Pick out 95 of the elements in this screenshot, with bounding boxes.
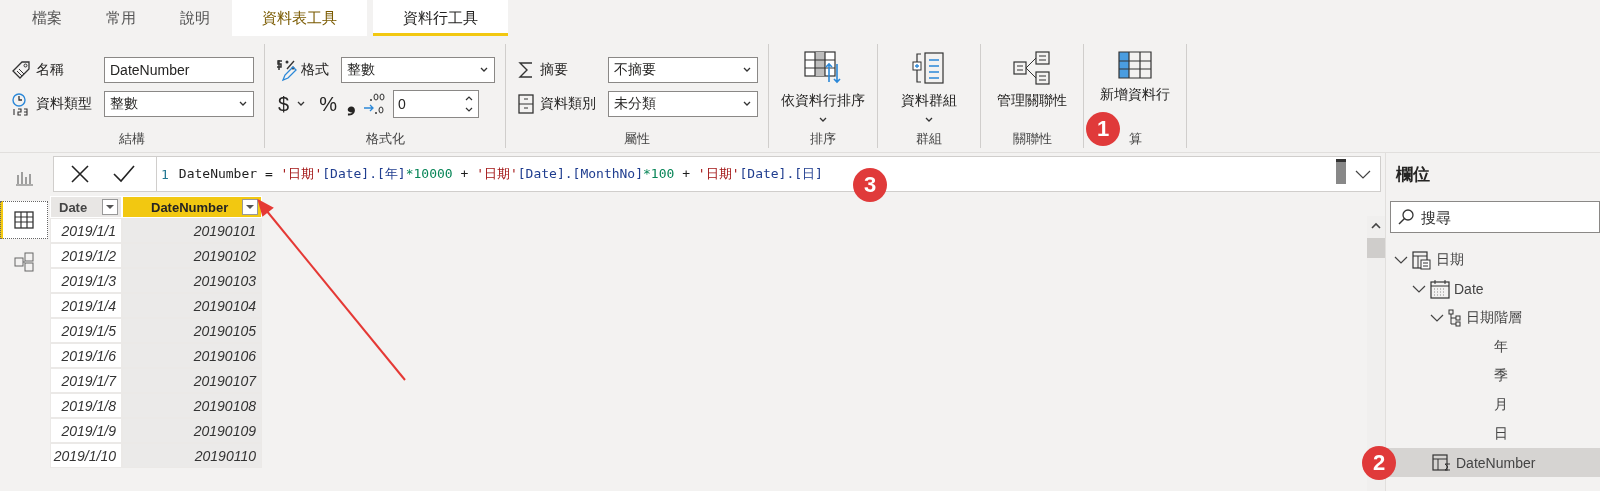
table-cell: 2019/1/1 — [50, 218, 122, 243]
new-column-icon — [1117, 50, 1153, 80]
table-cell: 20190104 — [122, 293, 262, 318]
chevron-down-icon — [238, 100, 248, 108]
scrollbar-thumb[interactable] — [1367, 238, 1385, 258]
field-list-item[interactable]: 年 — [1386, 332, 1600, 361]
field-list-item[interactable]: Date — [1386, 274, 1600, 303]
table-cell: 20190103 — [122, 268, 262, 293]
group-label: 結構 — [118, 130, 146, 148]
table-cell: 20190110 — [122, 443, 262, 468]
dropdown[interactable]: 未分類 — [608, 91, 758, 117]
group-label: 屬性 — [623, 130, 651, 148]
field-label: 資料類型 — [36, 95, 93, 113]
chevron-down-icon[interactable] — [1354, 168, 1372, 180]
field-label: 摘要 — [540, 61, 569, 79]
group-label: 格式化 — [364, 130, 406, 148]
decimal-icon[interactable] — [362, 91, 385, 117]
table-cell: 2019/1/2 — [50, 243, 122, 268]
chevron-down-icon — [742, 66, 752, 74]
table-cell: 2019/1/5 — [50, 318, 122, 343]
ribbon-button[interactable]: 資料群組 — [901, 44, 957, 124]
ribbon-tab[interactable]: 常用 — [84, 0, 158, 36]
table-cell: 2019/1/9 — [50, 418, 122, 443]
ribbon-button[interactable]: 管理關聯性 — [997, 44, 1067, 110]
chevron-down-icon[interactable] — [1394, 254, 1408, 265]
relationship-icon — [1012, 50, 1052, 86]
currency-button[interactable]: $ — [275, 92, 293, 116]
field-list-item[interactable]: 日 — [1386, 419, 1600, 448]
calculated-column-icon — [1432, 453, 1452, 472]
table-cell: 20190107 — [122, 368, 262, 393]
category-icon — [516, 93, 536, 115]
sort-table-icon — [803, 50, 843, 86]
ribbon-tab[interactable]: 檔案 — [10, 0, 84, 36]
table-cell: 2019/1/10 — [50, 443, 122, 468]
name-field[interactable]: DateNumber — [104, 57, 254, 83]
chevron-down-icon — [924, 116, 934, 124]
ribbon-tab[interactable]: 資料行工具 — [373, 0, 508, 36]
group-label: 排序 — [809, 130, 837, 148]
ribbon-tab[interactable]: 說明 — [158, 0, 232, 36]
table-cell: 2019/1/3 — [50, 268, 122, 293]
table-cell: 20190101 — [122, 218, 262, 243]
step-number-badge: 3 — [853, 168, 887, 202]
dropdown[interactable]: 整數 — [104, 91, 254, 117]
scroll-marker-icon — [1336, 159, 1346, 184]
hierarchy-icon — [1448, 308, 1462, 327]
column-header[interactable]: Date — [50, 196, 122, 218]
tag-icon — [10, 59, 32, 81]
scroll-up-icon[interactable] — [1371, 222, 1381, 230]
format-pencil-icon — [275, 58, 297, 82]
field-label: 資料類別 — [540, 95, 597, 113]
chevron-down-icon — [818, 116, 828, 124]
checkmark-icon[interactable] — [112, 164, 136, 184]
calendar-icon — [1430, 278, 1450, 299]
ribbon-button[interactable]: 新增資料行 — [1100, 44, 1170, 104]
field-label: 格式 — [301, 61, 330, 79]
chevron-down-icon[interactable] — [296, 100, 307, 108]
percent-button[interactable]: % — [316, 92, 340, 116]
table-cell: 20190109 — [122, 418, 262, 443]
chevron-down-icon — [479, 66, 489, 74]
group-list-icon — [911, 50, 947, 86]
table-cell: 2019/1/4 — [50, 293, 122, 318]
field-label: 名稱 — [36, 61, 65, 79]
field-list-item[interactable]: 日期階層 — [1386, 303, 1600, 332]
table-cell: 20190105 — [122, 318, 262, 343]
group-label: 群組 — [915, 130, 943, 148]
chevron-down-icon[interactable] — [1430, 312, 1444, 323]
column-header[interactable]: DateNumber — [122, 196, 262, 218]
dropdown[interactable]: 整數 — [341, 57, 495, 83]
table-icon — [1412, 249, 1432, 270]
comma-button[interactable]: ❟ — [343, 91, 359, 117]
line-number: 1 — [161, 166, 169, 182]
panel-title: 欄位 — [1395, 164, 1431, 186]
table-cell: 2019/1/6 — [50, 343, 122, 368]
step-number-badge: 2 — [1362, 446, 1396, 480]
table-cell: 20190108 — [122, 393, 262, 418]
field-list-item[interactable]: DateNumber — [1386, 448, 1600, 477]
data-view-icon[interactable] — [0, 201, 48, 239]
chevron-down-icon[interactable] — [1412, 283, 1426, 294]
table-cell: 2019/1/7 — [50, 368, 122, 393]
dropdown[interactable]: 不摘要 — [608, 57, 758, 83]
field-list-item[interactable]: 月 — [1386, 390, 1600, 419]
ribbon-button[interactable]: 依資料行排序 — [781, 44, 865, 124]
decimal-places-field[interactable]: 0 — [392, 90, 479, 118]
table-cell: 2019/1/8 — [50, 393, 122, 418]
ribbon-tab[interactable]: 資料表工具 — [232, 0, 367, 36]
formula-text: DateNumber = '日期'[Date].[年]*10000 + '日期'[Date].[MonthNo]*100 + '日期'[Date].[日] — [178, 165, 823, 183]
field-list-item[interactable]: 季 — [1386, 361, 1600, 390]
group-label: 算 — [1127, 130, 1143, 148]
table-cell: 20190106 — [122, 343, 262, 368]
field-list-item[interactable]: 日期 — [1386, 245, 1600, 274]
chevron-down-icon — [742, 100, 752, 108]
group-label: 關聯性 — [1011, 130, 1053, 148]
search-field[interactable]: 搜尋 — [1390, 201, 1600, 233]
close-icon[interactable] — [70, 164, 90, 184]
table-cell: 20190102 — [122, 243, 262, 268]
